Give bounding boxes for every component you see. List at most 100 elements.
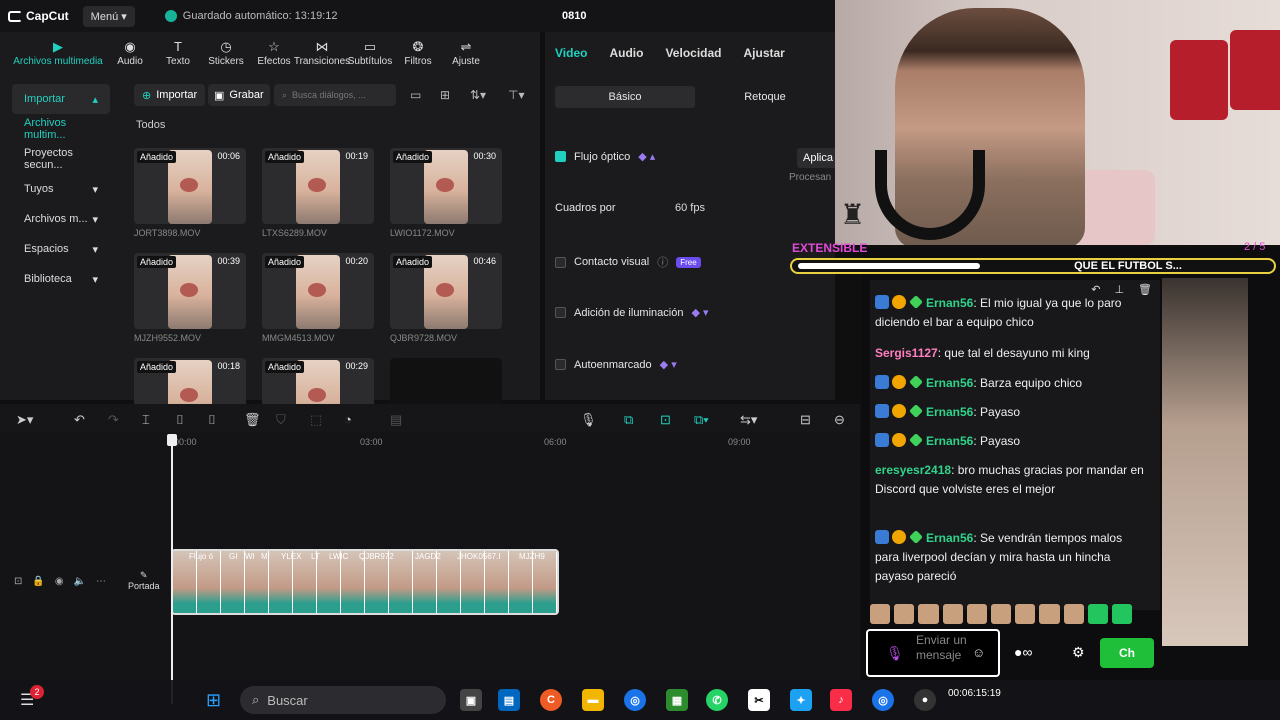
media-clip[interactable]: Añadido 00:39 MJZH9552.MOV — [134, 253, 246, 343]
import-button[interactable]: ⊕ Importar — [134, 84, 206, 106]
lighting-checkbox[interactable] — [555, 307, 566, 318]
sidebar-item[interactable]: Espacios ▾ — [12, 234, 110, 264]
emote-icon[interactable] — [1039, 604, 1060, 624]
tool-sticker[interactable]: ◷ Stickers — [202, 32, 250, 74]
emote-icon[interactable] — [918, 604, 939, 624]
emote-icon[interactable] — [1087, 604, 1108, 624]
trim-left-icon[interactable]: ⌷ — [176, 412, 184, 428]
emote-icon[interactable] — [1015, 604, 1036, 624]
tab-retoque[interactable]: Retoque — [695, 86, 835, 108]
explorer-icon[interactable]: ▬ — [582, 689, 604, 711]
media-clip[interactable]: Añadido 00:06 JORT3898.MOV — [134, 148, 246, 238]
tool-film[interactable]: ▶ Archivos multimedia — [10, 32, 106, 74]
menu-button[interactable]: Menú ▾ — [82, 5, 135, 27]
speed-icon[interactable]: ◔ — [344, 412, 352, 427]
media-clip[interactable]: Añadido 00:20 MMGM4513.MOV — [262, 253, 374, 343]
emote-icon[interactable] — [894, 604, 915, 624]
tool-filter[interactable]: ❂ Filtros — [394, 32, 442, 74]
apply-button[interactable]: Aplica — [797, 148, 839, 168]
tool-music[interactable]: ◉ Audio — [106, 32, 154, 74]
sidebar-item[interactable]: Biblioteca ▾ — [12, 264, 110, 294]
emote-icon[interactable] — [990, 604, 1012, 624]
track-icon[interactable]: ⊡ — [14, 576, 22, 587]
sidebar-item[interactable]: Tuyos ▾ — [12, 174, 110, 204]
obs-icon[interactable]: ● — [914, 689, 936, 711]
taskview-icon[interactable]: ▣ — [460, 689, 482, 711]
emote-icon[interactable] — [1111, 604, 1133, 624]
chat-username[interactable]: Sergis1127 — [875, 346, 938, 360]
tool-sparkle[interactable]: ☆ Efectos — [250, 32, 298, 74]
redo-icon[interactable]: ↷ — [108, 412, 119, 428]
chrome-icon[interactable]: ◎ — [872, 689, 894, 711]
autoframe-checkbox[interactable] — [555, 359, 566, 370]
music-icon[interactable]: ♪ — [830, 689, 852, 711]
microphone-icon[interactable]: 🎙 — [886, 645, 904, 662]
magnet-icon[interactable]: ⊡ — [660, 412, 671, 428]
chat-username[interactable]: eresyesr2418 — [875, 463, 951, 477]
tool-adjust[interactable]: ⇌ Ajuste — [442, 32, 490, 74]
tool-text[interactable]: T Texto — [154, 32, 202, 74]
emote-icon[interactable] — [966, 604, 987, 624]
tab-audio[interactable]: Audio — [609, 46, 643, 60]
app-icon[interactable]: C — [540, 689, 562, 711]
zoom-out-icon[interactable]: ⊖ — [834, 412, 845, 428]
tab-velocidad[interactable]: Velocidad — [665, 46, 721, 60]
eye-contact-checkbox[interactable] — [555, 256, 566, 268]
video-track-clip[interactable]: Flujo ó GI WI MI YLEX LT LWIC QJBR972 JAGD2 JHOK0… — [171, 549, 559, 615]
settings-icon[interactable]: ⚙ — [1072, 644, 1085, 661]
chat-input[interactable]: 🎙 Enviar un mensaje ☺ — [866, 629, 1000, 677]
media-clip[interactable]: Añadido 00:19 LTXS6289.MOV — [262, 148, 374, 238]
windows-start-icon[interactable]: ⊞ — [206, 690, 221, 711]
tool-subtitle[interactable]: ▭ Subtítulos — [346, 32, 394, 74]
sidebar-item[interactable]: Archivos multim... — [12, 114, 110, 144]
sort-icon[interactable]: ⇅▾ — [470, 84, 486, 106]
undo-icon[interactable]: ↶ — [74, 412, 85, 428]
emote-icon[interactable] — [870, 604, 891, 624]
emoji-icon[interactable]: ☺ — [972, 645, 985, 660]
more-icon[interactable]: ⋯ — [96, 576, 106, 587]
microphone-icon[interactable]: 🎙 — [580, 412, 597, 428]
minecraft-icon[interactable]: ▦ — [666, 689, 688, 711]
chat-username[interactable]: Ernan56 — [926, 296, 973, 310]
emote-icon[interactable] — [942, 604, 963, 624]
twitter-icon[interactable]: ✦ — [790, 689, 812, 711]
grid-view-icon[interactable]: ⊞ — [440, 84, 450, 106]
optical-flow-checkbox[interactable] — [555, 151, 566, 162]
media-clip[interactable]: Añadido 00:30 LWIO1172.MOV — [390, 148, 502, 238]
taskbar-search[interactable]: ⌕ Buscar — [240, 686, 446, 714]
store-icon[interactable]: ▤ — [498, 689, 520, 711]
chat-username[interactable]: Ernan56 — [926, 434, 973, 448]
sidebar-item[interactable]: Proyectos secun... — [12, 144, 110, 174]
media-clip[interactable]: Añadido 00:46 QJBR9728.MOV — [390, 253, 502, 343]
emote-icon[interactable] — [1063, 604, 1084, 624]
folder-icon[interactable]: ▭ — [410, 84, 421, 106]
capcut-icon[interactable]: ✂ — [748, 689, 770, 711]
tab-ajustar[interactable]: Ajustar — [744, 46, 785, 60]
sidebar-item[interactable]: Archivos m... ▾ — [12, 204, 110, 234]
link-icon[interactable]: ⧉ — [624, 412, 633, 428]
filter-icon[interactable]: ⊤▾ — [508, 84, 524, 106]
chat-username[interactable]: Ernan56 — [926, 405, 973, 419]
select-tool-icon[interactable]: ➤▾ — [16, 412, 33, 428]
tab-video[interactable]: Video — [555, 46, 587, 60]
whatsapp-icon[interactable]: ✆ — [706, 689, 728, 711]
crop-icon[interactable]: ⬚ — [310, 412, 322, 428]
media-search-input[interactable]: ⌕ Busca diálogos, ... — [274, 84, 396, 106]
eye-icon[interactable]: ◉ — [55, 576, 64, 587]
fps-select[interactable]: 60 fps — [675, 202, 705, 214]
split-icon[interactable]: ⌶ — [142, 412, 150, 428]
image-icon[interactable]: ▤ — [390, 412, 402, 428]
chrome-icon[interactable]: ◎ — [624, 689, 646, 711]
playhead[interactable] — [167, 434, 177, 704]
tab-basico[interactable]: Básico — [555, 86, 695, 108]
sidebar-item[interactable]: Importar ▴ — [12, 84, 110, 114]
caption-icon[interactable]: ⊟ — [800, 412, 811, 428]
shield-icon[interactable]: ⛉ — [276, 412, 286, 428]
chat-username[interactable]: Ernan56 — [926, 531, 973, 545]
preview-icon[interactable]: ⇆▾ — [740, 412, 757, 428]
delete-icon[interactable]: 🗑 — [244, 412, 261, 428]
chat-username[interactable]: Ernan56 — [926, 376, 973, 390]
volume-icon[interactable]: 🔈 — [74, 576, 86, 587]
cover-button[interactable]: ✎ Portada — [128, 570, 160, 591]
tool-transition[interactable]: ⋈ Transiciones — [294, 32, 350, 74]
